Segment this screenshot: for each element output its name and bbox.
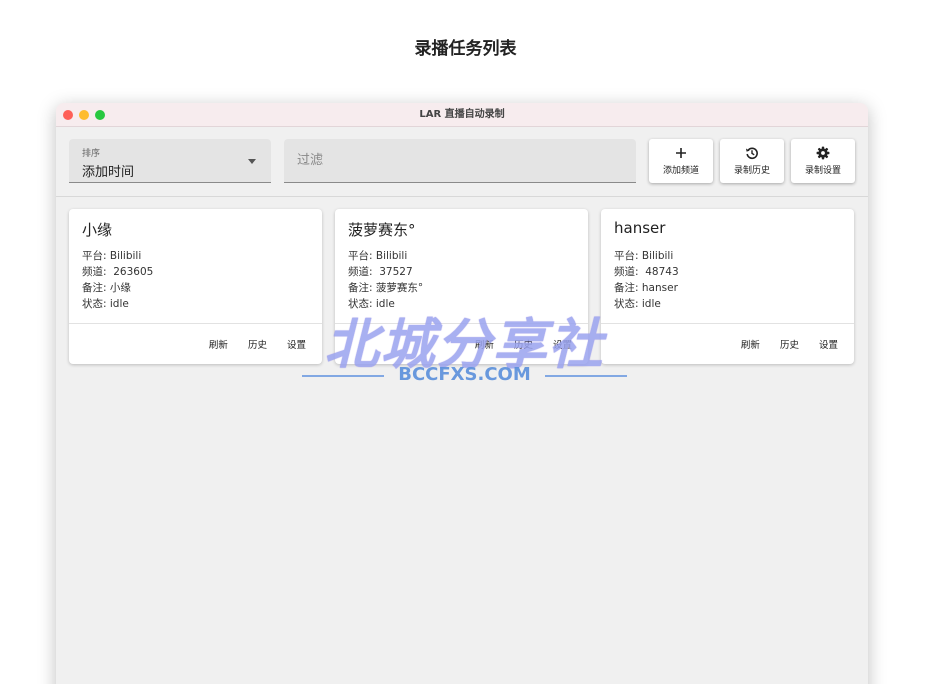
channel-value: 37527 [379,266,413,278]
window-titlebar: LAR 直播自动录制 [56,103,868,127]
record-settings-label: 录制设置 [804,166,841,176]
card-actions: 刷新 历史 设置 [192,337,306,351]
status-label: 状态: [82,298,107,310]
settings-button[interactable]: 设置 [287,337,306,351]
refresh-button[interactable]: 刷新 [209,337,228,351]
note-value: 小缘 [109,282,131,294]
app-window: LAR 直播自动录制 排序 添加时间 添加频道 [56,103,868,684]
status-value: idle [641,298,661,310]
note-label: 备注: [82,282,107,294]
channel-card-list: 小缘 平台: Bilibili 频道: 263605 备注: 小缘 状态: id… [69,209,859,369]
add-channel-button[interactable]: 添加频道 [649,139,713,183]
note-row: 备注: 菠萝赛东° [348,280,423,296]
plus-icon [676,148,686,158]
status-row: 状态: idle [82,296,153,312]
refresh-button[interactable]: 刷新 [741,337,760,351]
note-row: 备注: 小缘 [82,280,153,296]
caret-down-icon [248,159,256,164]
channel-card: 小缘 平台: Bilibili 频道: 263605 备注: 小缘 状态: id… [69,209,322,364]
platform-row: 平台: Bilibili [348,248,423,264]
channel-info: 平台: Bilibili 频道: 263605 备注: 小缘 状态: idle [82,248,153,312]
note-label: 备注: [614,282,639,294]
platform-value: Bilibili [375,250,408,262]
settings-button[interactable]: 设置 [553,337,572,351]
record-history-label: 录制历史 [733,166,770,176]
platform-label: 平台: [348,250,373,262]
status-value: idle [375,298,395,310]
channel-label: 频道: [348,266,373,278]
channel-card: hanser 平台: Bilibili 频道: 48743 备注: hanser… [601,209,854,364]
platform-row: 平台: Bilibili [614,248,679,264]
history-button[interactable]: 历史 [514,337,533,351]
channel-label: 频道: [614,266,639,278]
channel-card: 菠萝赛东° 平台: Bilibili 频道: 37527 备注: 菠萝赛东° 状… [335,209,588,364]
channel-row: 频道: 48743 [614,264,679,280]
status-value: idle [109,298,129,310]
card-actions: 刷新 历史 设置 [724,337,838,351]
history-icon [746,147,758,160]
history-button[interactable]: 历史 [780,337,799,351]
channel-row: 频道: 37527 [348,264,423,280]
channel-info: 平台: Bilibili 频道: 48743 备注: hanser 状态: id… [614,248,679,312]
channel-row: 频道: 263605 [82,264,153,280]
record-history-button[interactable]: 录制历史 [720,139,784,183]
status-row: 状态: idle [348,296,423,312]
card-divider [601,323,854,324]
status-row: 状态: idle [614,296,679,312]
toolbar: 排序 添加时间 添加频道 录制历史 [56,127,868,197]
note-row: 备注: hanser [614,280,679,296]
channel-value: 48743 [645,266,679,278]
card-actions: 刷新 历史 设置 [458,337,572,351]
note-value: hanser [641,282,678,294]
channel-name: 菠萝赛东° [348,221,416,239]
window-title: LAR 直播自动录制 [419,109,505,120]
page-title: 录播任务列表 [414,39,517,59]
filter-field [284,139,636,183]
channel-name: hanser [614,219,666,237]
channel-label: 频道: [82,266,107,278]
platform-label: 平台: [82,250,107,262]
status-label: 状态: [614,298,639,310]
channel-name: 小缘 [82,221,113,239]
card-divider [335,323,588,324]
record-settings-button[interactable]: 录制设置 [791,139,855,183]
platform-label: 平台: [614,250,639,262]
gear-icon [816,146,830,160]
note-value: 菠萝赛东° [375,282,424,294]
filter-input[interactable] [284,139,636,182]
sort-value: 添加时间 [82,165,135,180]
platform-row: 平台: Bilibili [82,248,153,264]
sort-label: 排序 [82,149,101,159]
platform-value: Bilibili [109,250,142,262]
page: 录播任务列表 LAR 直播自动录制 排序 添加时间 添加频道 [0,0,931,684]
card-divider [69,323,322,324]
status-label: 状态: [348,298,373,310]
refresh-button[interactable]: 刷新 [475,337,494,351]
sort-select[interactable]: 排序 添加时间 [69,139,271,183]
add-channel-label: 添加频道 [662,166,699,176]
note-label: 备注: [348,282,373,294]
history-button[interactable]: 历史 [248,337,267,351]
channel-value: 263605 [113,266,154,278]
settings-button[interactable]: 设置 [819,337,838,351]
channel-info: 平台: Bilibili 频道: 37527 备注: 菠萝赛东° 状态: idl… [348,248,423,312]
platform-value: Bilibili [641,250,674,262]
